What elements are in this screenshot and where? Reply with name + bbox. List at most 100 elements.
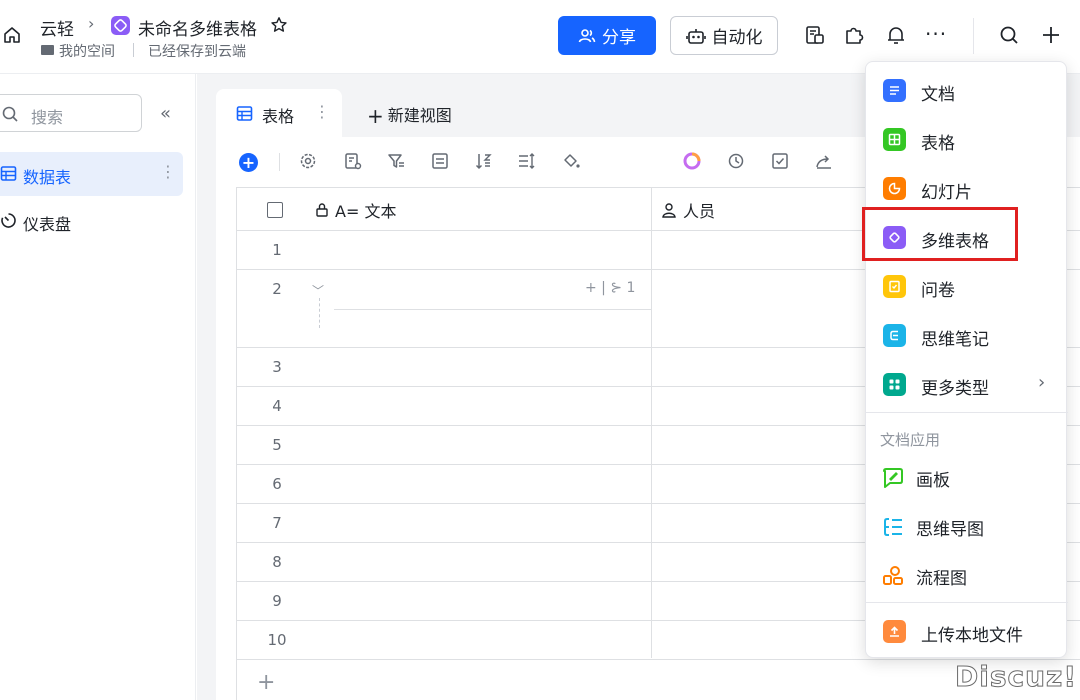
menu-group-label: 文档应用 xyxy=(880,431,941,449)
flowchart-icon xyxy=(883,566,903,585)
more-icon[interactable]: ··· xyxy=(925,22,947,46)
save-status: 已经保存到云端 xyxy=(148,44,246,60)
menu-item-label: 问卷 xyxy=(921,281,955,301)
subrecord-divider xyxy=(334,309,651,310)
row-height-icon[interactable] xyxy=(517,151,537,171)
automation-button[interactable]: 自动化 xyxy=(670,16,778,55)
grid-view-icon xyxy=(236,106,253,121)
add-row-button[interactable]: + xyxy=(257,670,275,695)
more-vertical-icon[interactable]: ⋮ xyxy=(160,162,176,181)
ai-icon[interactable] xyxy=(682,151,702,171)
new-view-button[interactable]: + 新建视图 xyxy=(367,102,452,128)
highlight-box xyxy=(862,207,1018,261)
menu-item-more-types[interactable]: 更多类型 › xyxy=(866,362,1068,406)
row-number: 2 xyxy=(272,280,282,298)
row-number: 3 xyxy=(272,358,282,376)
breadcrumb-root[interactable]: 云轻 xyxy=(40,15,74,40)
row-number: 8 xyxy=(272,553,282,571)
sidebar-item-label: 仪表盘 xyxy=(23,215,72,234)
add-record-button[interactable]: + xyxy=(239,153,258,172)
menu-item-label: 上传本地文件 xyxy=(921,626,1023,646)
collapse-sidebar-icon[interactable]: « xyxy=(160,103,171,124)
menu-item-flowchart[interactable]: 流程图 xyxy=(866,552,1068,596)
space-link[interactable]: 我的空间 xyxy=(59,41,115,61)
select-all-checkbox[interactable] xyxy=(267,202,283,218)
doc-title[interactable]: 未命名多维表格 xyxy=(138,15,257,40)
filter-icon[interactable] xyxy=(386,151,406,171)
bell-icon[interactable] xyxy=(885,24,907,46)
dashboard-icon xyxy=(1,213,16,228)
mindnote-icon xyxy=(883,324,906,347)
menu-item-label: 思维笔记 xyxy=(921,330,989,350)
sidebar-search-input[interactable]: 搜索 xyxy=(0,94,142,132)
watermark-text: Discuz! xyxy=(954,660,1078,694)
divider xyxy=(973,18,974,54)
divider xyxy=(133,43,134,57)
menu-item-label: 表格 xyxy=(921,134,955,154)
group-icon[interactable] xyxy=(430,151,450,171)
lock-icon xyxy=(316,203,328,217)
sidebar-item-datatable[interactable]: 数据表 ⋮ xyxy=(0,152,183,196)
sidebar-item-dashboard[interactable]: 仪表盘 xyxy=(0,199,183,243)
plus-icon: + xyxy=(367,104,384,128)
history-icon[interactable] xyxy=(726,151,746,171)
tab-grid-view[interactable]: 表格 ⋮ xyxy=(216,89,342,137)
row-number: 9 xyxy=(272,592,282,610)
breadcrumb-chevron-icon: › xyxy=(88,14,95,33)
row-number: 4 xyxy=(272,397,282,415)
share-link-icon[interactable] xyxy=(814,151,834,171)
automation-label: 自动化 xyxy=(711,28,763,48)
settings-icon[interactable] xyxy=(298,151,318,171)
menu-item-doc[interactable]: 文档 xyxy=(866,68,1068,112)
menu-item-slides[interactable]: 幻灯片 xyxy=(866,166,1068,210)
bitable-doc-icon xyxy=(111,16,130,35)
column-header-person[interactable]: 人员 xyxy=(661,198,715,222)
add-icon[interactable] xyxy=(1040,24,1062,46)
row-number: 5 xyxy=(272,436,282,454)
person-icon xyxy=(662,203,676,218)
menu-item-mindnote[interactable]: 思维笔记 xyxy=(866,313,1068,357)
sheet-icon xyxy=(883,128,906,151)
chevron-down-icon[interactable]: ﹀ xyxy=(312,282,324,299)
menu-item-upload[interactable]: 上传本地文件 xyxy=(866,609,1068,653)
menu-divider xyxy=(866,602,1068,603)
star-icon[interactable] xyxy=(270,16,288,34)
row-number: 1 xyxy=(272,241,282,259)
more-vertical-icon[interactable]: ⋮ xyxy=(314,102,330,121)
folder-icon xyxy=(41,45,54,55)
template-icon[interactable] xyxy=(804,24,826,46)
menu-item-whiteboard[interactable]: 画板 xyxy=(866,454,1068,498)
form-icon[interactable] xyxy=(770,151,790,171)
share-button[interactable]: 分享 xyxy=(558,16,656,55)
mindmap-icon xyxy=(884,518,902,536)
home-icon[interactable] xyxy=(2,25,22,45)
menu-item-label: 更多类型 xyxy=(921,379,989,399)
menu-divider xyxy=(866,412,1068,413)
menu-item-survey[interactable]: 问卷 xyxy=(866,264,1068,308)
row-number: 10 xyxy=(267,631,287,649)
sort-icon[interactable] xyxy=(474,151,494,171)
sidebar-item-label: 数据表 xyxy=(23,168,72,187)
menu-item-mindmap[interactable]: 思维导图 xyxy=(866,503,1068,547)
menu-item-label: 文档 xyxy=(921,85,955,105)
share-label: 分享 xyxy=(602,28,636,48)
new-view-label: 新建视图 xyxy=(387,106,452,125)
field-settings-icon[interactable] xyxy=(343,151,363,171)
subrecord-tools[interactable]: + | ⊱ 1 xyxy=(585,280,635,296)
column-header-label: 人员 xyxy=(683,202,716,221)
tree-line xyxy=(319,298,320,328)
slides-icon xyxy=(883,177,906,200)
plugin-icon[interactable] xyxy=(843,24,865,46)
search-icon[interactable] xyxy=(998,24,1020,46)
users-icon xyxy=(578,28,596,42)
menu-item-sheet[interactable]: 表格 xyxy=(866,117,1068,161)
row-number: 6 xyxy=(272,475,282,493)
grid-apps-icon xyxy=(883,373,906,396)
divider xyxy=(279,153,280,171)
column-header-text[interactable]: A= 文本 xyxy=(315,198,396,222)
doc-icon xyxy=(883,79,906,102)
upload-icon xyxy=(883,620,906,643)
menu-item-label: 流程图 xyxy=(916,569,967,589)
fill-color-icon[interactable] xyxy=(561,151,581,171)
menu-item-label: 幻灯片 xyxy=(921,183,972,203)
